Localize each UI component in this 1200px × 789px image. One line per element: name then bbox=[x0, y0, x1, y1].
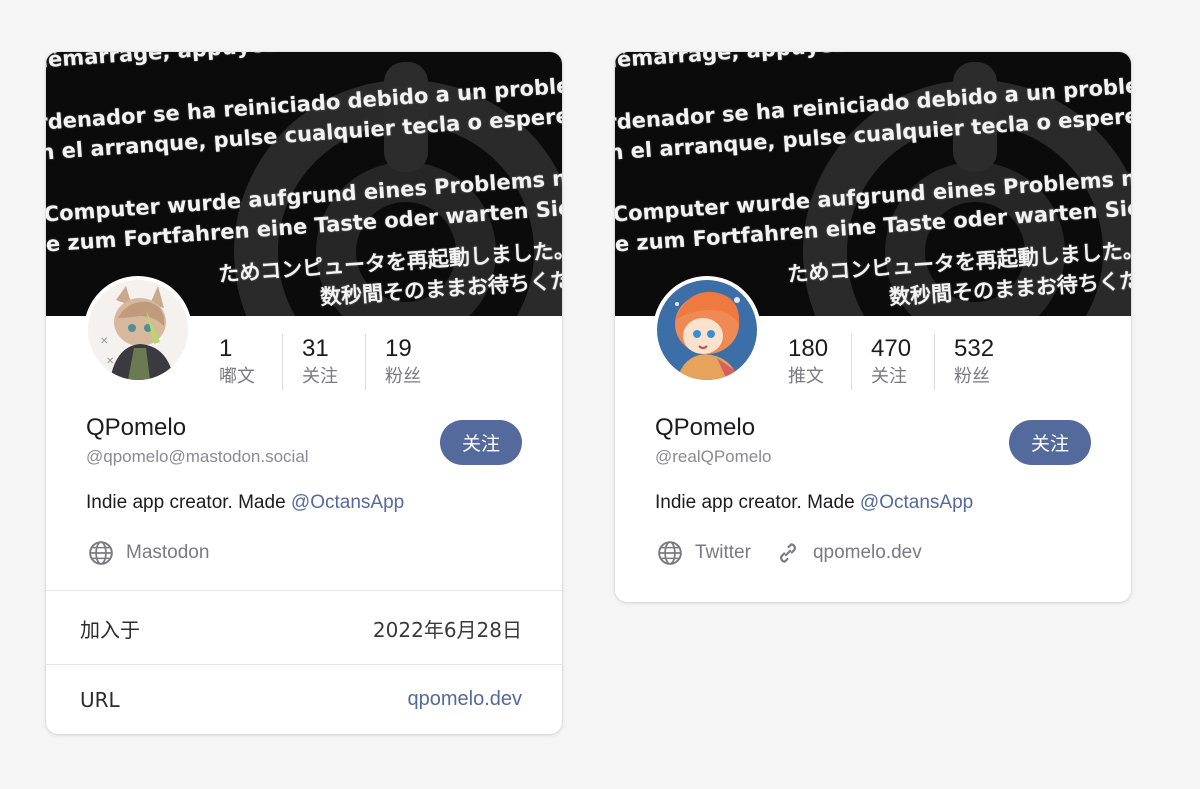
profile-banner: démarrage, appuyez sur une touche ou pat… bbox=[46, 52, 562, 316]
divider bbox=[46, 664, 562, 665]
link-icon bbox=[780, 543, 796, 563]
boot-error-text: démarrage, appuyez sur une touche ou pat… bbox=[615, 52, 1131, 316]
stat-label: 粉丝 bbox=[954, 366, 990, 387]
globe-icon bbox=[89, 541, 113, 565]
stat-following[interactable]: 470 关注 bbox=[851, 334, 934, 390]
link-item-platform[interactable]: Mastodon bbox=[88, 540, 209, 566]
profile-bio: Indie app creator. Made @OctansApp bbox=[655, 492, 973, 514]
stat-label: 推文 bbox=[788, 366, 824, 387]
stat-posts[interactable]: 1 嘟文 bbox=[200, 334, 282, 390]
bio-mention-link[interactable]: @OctansApp bbox=[291, 492, 404, 513]
profile-links: Mastodon bbox=[88, 540, 233, 566]
display-name: QPomelo bbox=[86, 414, 187, 441]
stat-number: 19 bbox=[385, 335, 412, 362]
avatar[interactable]: ✕ ✕ bbox=[84, 276, 192, 384]
stat-label: 关注 bbox=[302, 366, 338, 387]
globe-icon bbox=[658, 541, 682, 565]
profile-card-twitter: démarrage, appuyez sur une touche ou pat… bbox=[615, 52, 1131, 602]
link-text: Twitter bbox=[695, 542, 751, 563]
stat-number: 180 bbox=[788, 335, 829, 362]
row-label: 加入于 bbox=[80, 618, 140, 642]
stat-number: 31 bbox=[302, 335, 329, 362]
profile-banner: démarrage, appuyez sur une touche ou pat… bbox=[615, 52, 1131, 316]
row-value: 2022年6月28日 bbox=[372, 618, 522, 642]
stat-number: 470 bbox=[871, 335, 912, 362]
profile-stats: 1 嘟文 31 关注 19 粉丝 bbox=[200, 334, 448, 390]
svg-text:✕: ✕ bbox=[106, 356, 114, 367]
svg-text:✕: ✕ bbox=[100, 336, 108, 347]
stat-label: 关注 bbox=[871, 366, 907, 387]
stat-label: 粉丝 bbox=[385, 366, 421, 387]
profile-links: Twitter qpomelo.dev bbox=[657, 540, 946, 566]
divider bbox=[46, 590, 562, 591]
info-row-joined: 加入于 2022年6月28日 bbox=[46, 592, 562, 664]
bio-text: Indie app creator. Made bbox=[86, 492, 291, 513]
bio-text: Indie app creator. Made bbox=[655, 492, 860, 513]
link-text: qpomelo.dev bbox=[812, 542, 922, 563]
link-item-website[interactable]: qpomelo.dev bbox=[775, 540, 922, 566]
row-label: URL bbox=[80, 688, 120, 712]
profile-stats: 180 推文 470 关注 532 粉丝 bbox=[769, 334, 1017, 390]
stat-posts[interactable]: 180 推文 bbox=[769, 334, 851, 390]
url-link[interactable]: qpomelo.dev bbox=[407, 688, 522, 711]
stat-following[interactable]: 31 关注 bbox=[282, 334, 365, 390]
follow-button[interactable]: 关注 bbox=[440, 420, 522, 465]
avatar[interactable] bbox=[653, 276, 761, 384]
boot-error-text: démarrage, appuyez sur une touche ou pat… bbox=[46, 52, 562, 316]
link-item-platform[interactable]: Twitter bbox=[657, 540, 751, 566]
stat-number: 1 bbox=[219, 335, 233, 362]
display-name: QPomelo bbox=[655, 414, 756, 441]
link-text: Mastodon bbox=[126, 542, 210, 563]
profile-card-mastodon: démarrage, appuyez sur une touche ou pat… bbox=[46, 52, 562, 734]
follow-button[interactable]: 关注 bbox=[1009, 420, 1091, 465]
account-handle: @qpomelo@mastodon.social bbox=[86, 447, 309, 466]
bio-mention-link[interactable]: @OctansApp bbox=[860, 492, 973, 513]
account-handle: @realQPomelo bbox=[655, 447, 772, 466]
stat-followers[interactable]: 532 粉丝 bbox=[934, 334, 1017, 390]
profile-bio: Indie app creator. Made @OctansApp bbox=[86, 492, 404, 514]
stat-label: 嘟文 bbox=[219, 366, 255, 387]
stat-followers[interactable]: 19 粉丝 bbox=[365, 334, 448, 390]
stat-number: 532 bbox=[954, 335, 995, 362]
info-row-url: URL qpomelo.dev bbox=[46, 666, 562, 734]
